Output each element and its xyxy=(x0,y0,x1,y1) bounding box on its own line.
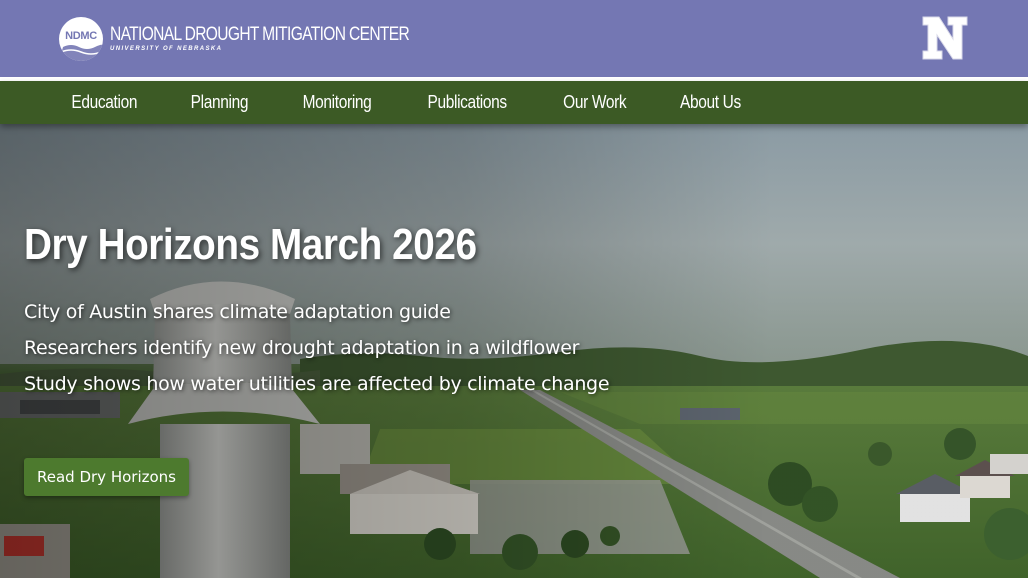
hero-headlines: City of Austin shares climate adaptation… xyxy=(24,294,610,402)
nav-item-planning[interactable]: Planning xyxy=(164,81,275,124)
nav-item-monitoring[interactable]: Monitoring xyxy=(275,81,399,124)
page: NDMC NATIONAL DROUGHT MITIGATION CENTER … xyxy=(0,0,1028,578)
logo-title: NATIONAL DROUGHT MITIGATION CENTER xyxy=(110,24,410,45)
ndmc-logo-link[interactable]: NDMC NATIONAL DROUGHT MITIGATION CENTER … xyxy=(59,16,475,62)
university-n-logo-icon[interactable] xyxy=(921,15,969,61)
nav-label: Education xyxy=(71,92,138,112)
nav-item-publications[interactable]: Publications xyxy=(399,81,535,124)
nav-item-education[interactable]: Education xyxy=(44,81,164,124)
nav-label: Monitoring xyxy=(302,92,372,112)
nav-label: Planning xyxy=(191,92,249,112)
read-dry-horizons-button[interactable]: Read Dry Horizons xyxy=(24,458,189,496)
main-nav: Education Planning Monitoring Publicatio… xyxy=(0,81,1028,124)
nav-list: Education Planning Monitoring Publicatio… xyxy=(44,81,768,124)
headline-link[interactable]: Study shows how water utilities are affe… xyxy=(24,366,610,402)
logo-text: NATIONAL DROUGHT MITIGATION CENTER UNIVE… xyxy=(110,25,475,53)
nav-item-our-work[interactable]: Our Work xyxy=(536,81,653,124)
logo-subtitle: UNIVERSITY OF NEBRASKA xyxy=(110,46,223,52)
site-header: NDMC NATIONAL DROUGHT MITIGATION CENTER … xyxy=(0,0,1028,77)
nav-label: Our Work xyxy=(562,92,627,112)
hero-title: Dry Horizons March 2026 xyxy=(24,220,477,269)
nav-label: Publications xyxy=(427,92,508,112)
headline-link[interactable]: Researchers identify new drought adaptat… xyxy=(24,330,609,366)
logo-badge-text: NDMC xyxy=(65,30,97,42)
headline-link[interactable]: City of Austin shares climate adaptation… xyxy=(24,294,609,330)
ndmc-logo-icon: NDMC xyxy=(59,17,103,61)
nav-label: About Us xyxy=(680,92,742,112)
hero-banner: Dry Horizons March 2026 City of Austin s… xyxy=(0,124,1028,578)
nav-item-about-us[interactable]: About Us xyxy=(653,81,768,124)
